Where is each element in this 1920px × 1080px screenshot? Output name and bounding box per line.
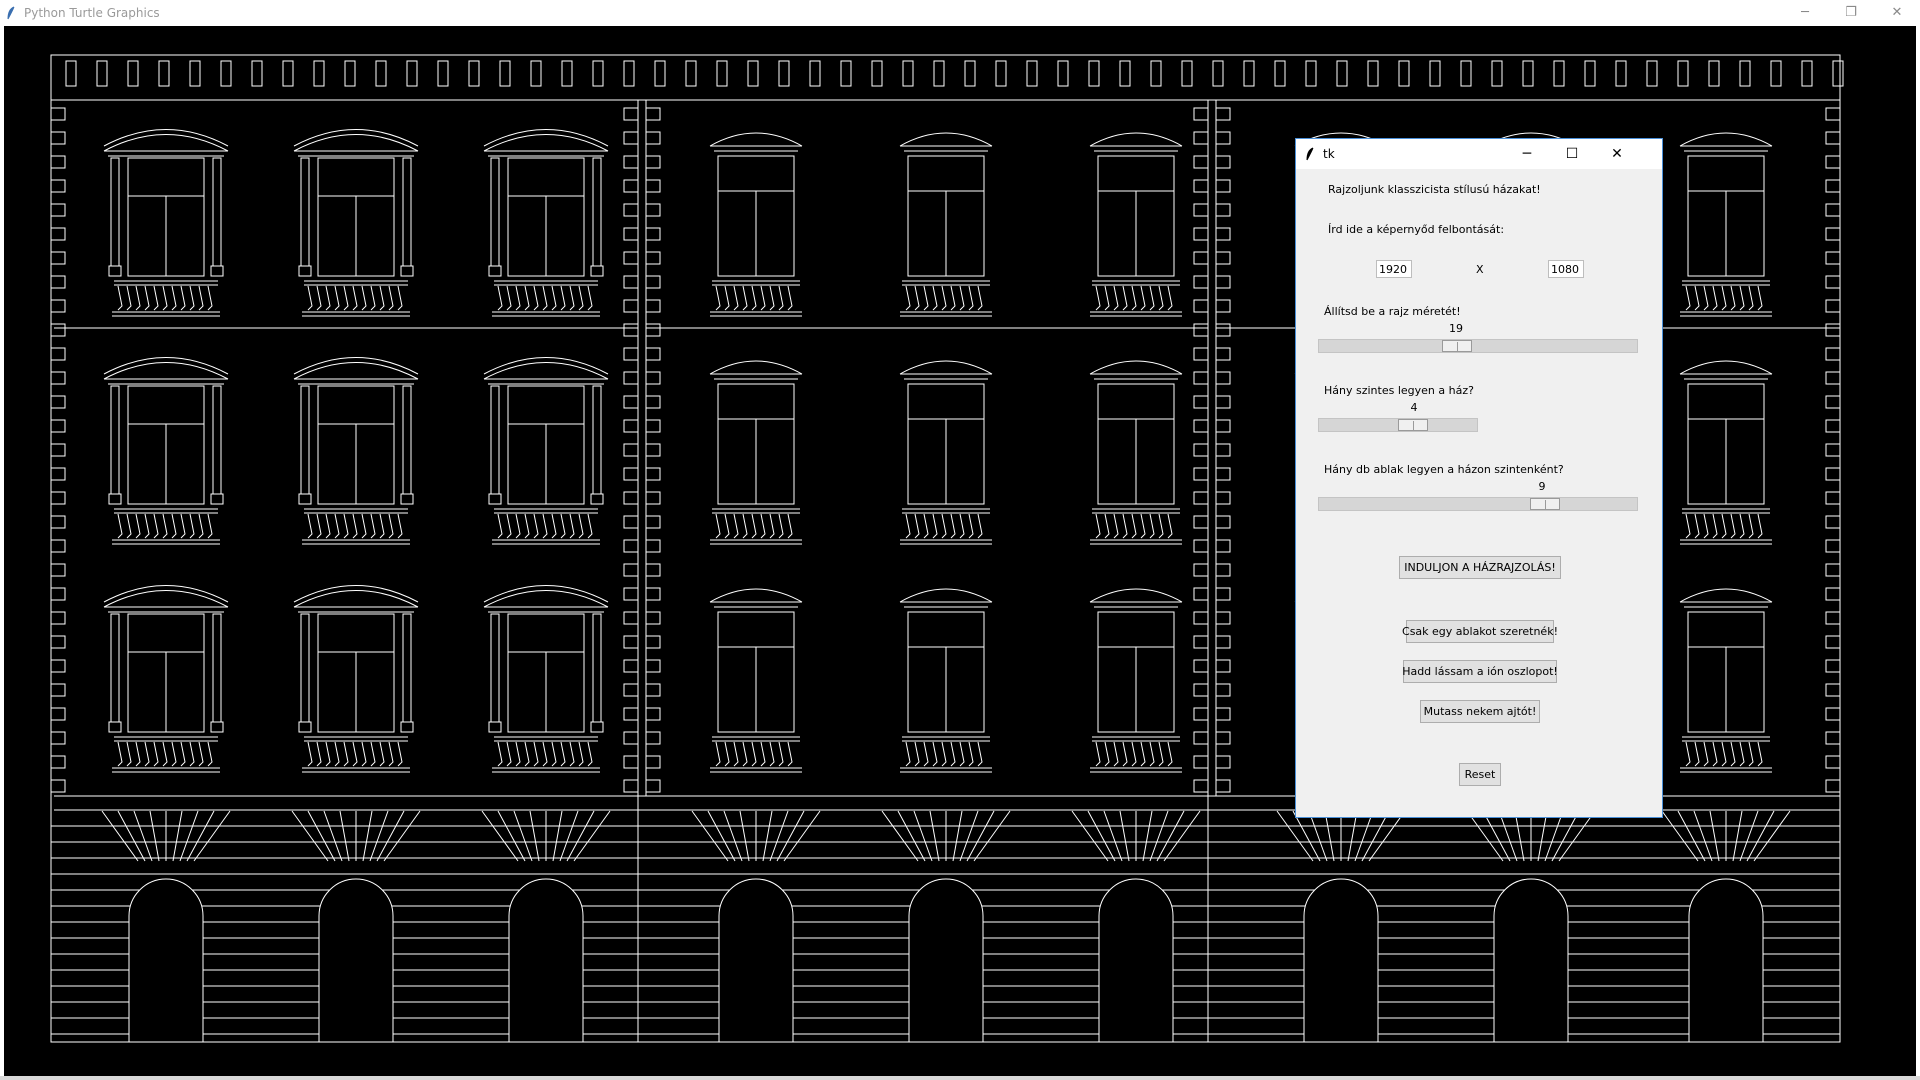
single-window-button[interactable]: Csak egy ablakot szeretnék! (1402, 620, 1558, 643)
turtle-titlebar[interactable]: Python Turtle Graphics ─ ❐ ✕ (0, 0, 1920, 25)
resolution-width-input[interactable] (1376, 260, 1412, 278)
start-drawing-button[interactable]: INDULJON A HÁZRAJZOLÁS! (1399, 556, 1561, 579)
feather-icon (7, 6, 15, 19)
windows-label: Hány db ablak legyen a házon szintenként… (1324, 463, 1564, 476)
tk-title: tk (1323, 147, 1335, 161)
windows-scale-value: 9 (1538, 480, 1546, 493)
resolution-label: Írd ide a képernyőd felbontását: (1328, 223, 1505, 236)
window-bottom-border (0, 1076, 1920, 1080)
tk-dialog: tk ─ ☐ ✕ Rajzoljunk klasszicista stílusú… (1295, 138, 1663, 818)
size-label: Állítsd be a rajz méretét! (1324, 305, 1461, 318)
tk-close-button[interactable]: ✕ (1594, 139, 1640, 169)
resolution-separator: X (1476, 263, 1484, 276)
intro-label: Rajzoljunk klasszicista stílusú házakat! (1328, 183, 1541, 196)
floors-scale[interactable] (1318, 418, 1478, 432)
size-scale[interactable] (1318, 339, 1638, 353)
resolution-height-input[interactable] (1548, 260, 1584, 278)
ionic-column-button[interactable]: Hadd lássam a ión oszlopot! (1402, 660, 1558, 683)
window-title: Python Turtle Graphics (24, 5, 160, 20)
tk-maximize-button[interactable]: ☐ (1549, 139, 1595, 169)
windows-scale-thumb[interactable] (1530, 498, 1560, 510)
feather-icon (1306, 147, 1314, 161)
windows-scale[interactable] (1318, 497, 1638, 511)
tk-minimize-button[interactable]: ─ (1504, 139, 1550, 169)
reset-button[interactable]: Reset (1459, 763, 1501, 786)
show-door-button[interactable]: Mutass nekem ajtót! (1420, 700, 1540, 723)
size-scale-thumb[interactable] (1442, 340, 1472, 352)
floors-label: Hány szintes legyen a ház? (1324, 384, 1474, 397)
minimize-button[interactable]: ─ (1782, 0, 1828, 25)
size-scale-value: 19 (1449, 322, 1463, 335)
floors-scale-thumb[interactable] (1398, 419, 1428, 431)
tk-titlebar[interactable]: tk ─ ☐ ✕ (1296, 139, 1662, 169)
close-button[interactable]: ✕ (1874, 0, 1920, 25)
restore-button[interactable]: ❐ (1828, 0, 1874, 25)
floors-scale-value: 4 (1410, 401, 1418, 414)
